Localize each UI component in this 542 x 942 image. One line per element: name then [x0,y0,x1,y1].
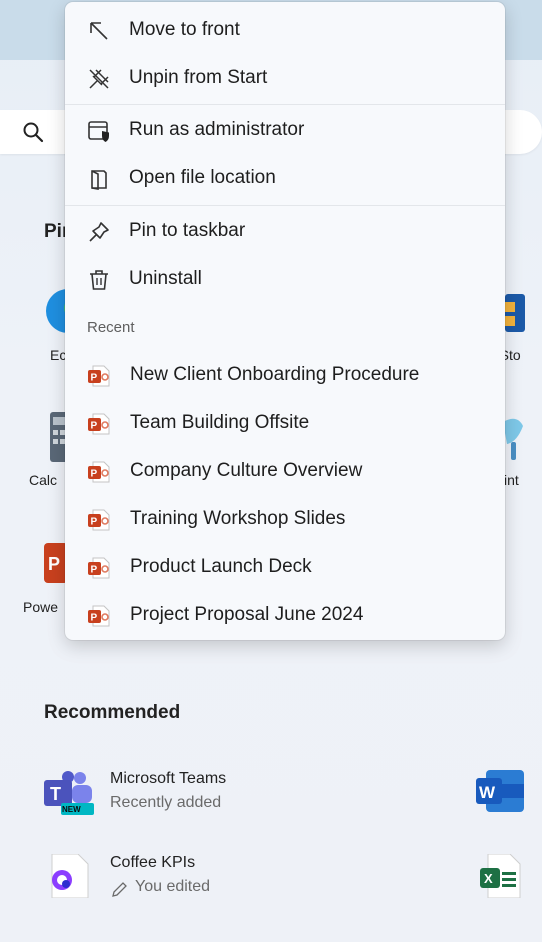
recent-file-name: Company Culture Overview [130,460,363,481]
move-to-front-icon [90,22,108,40]
menu-item-move-to-front[interactable]: Move to front [65,8,505,52]
menu-item-label: Open file location [129,167,276,188]
unpin-icon [89,69,109,89]
menu-separator [65,205,505,206]
recent-file-name: Product Launch Deck [130,556,312,577]
excel-icon[interactable]: X [480,854,522,898]
svg-text:X: X [484,871,493,886]
svg-text:P: P [91,565,98,576]
svg-text:P: P [91,421,98,432]
svg-text:T: T [50,784,61,804]
recent-file-name: Team Building Offsite [130,412,310,433]
menu-item-uninstall[interactable]: Uninstall [65,257,505,301]
menu-item-label: Move to front [129,19,240,40]
menu-item-label: Uninstall [129,268,202,289]
recent-file-item[interactable]: P Training Workshop Slides [65,497,505,541]
recent-file-item[interactable]: P Company Culture Overview [65,449,505,493]
recommended-title: Coffee KPIs [110,854,196,871]
paint-icon [503,418,523,460]
recommended-subtitle: You edited [135,878,211,895]
svg-text:W: W [479,783,496,802]
powerpoint-file-icon: P [88,365,110,387]
svg-text:P: P [91,373,98,384]
recent-file-item[interactable]: P Product Launch Deck [65,545,505,589]
pin-icon [89,222,109,242]
recent-file-name: New Client Onboarding Procedure [130,364,420,385]
recommended-subtitle: Recently added [110,794,222,811]
menu-item-run-as-administrator[interactable]: Run as administrator [65,108,505,152]
pencil-icon [112,882,127,897]
run-as-admin-icon [88,121,109,142]
context-menu: Move to front Unpin from Start Run as ad… [65,2,505,640]
recommended-item-coffee-kpis[interactable]: Coffee KPIs You edited [44,854,344,910]
recent-file-item[interactable]: P Team Building Offsite [65,401,505,445]
recommended-heading: Recommended [44,702,181,723]
powerpoint-file-icon: P [88,413,110,435]
svg-text:P: P [91,613,98,624]
svg-text:P: P [48,554,60,574]
svg-text:P: P [91,469,98,480]
powerpoint-file-icon: P [88,605,110,627]
new-badge: NEW [62,805,81,814]
menu-separator [65,104,505,105]
recent-file-item[interactable]: P New Client Onboarding Procedure [65,353,505,397]
recommended-title: Microsoft Teams [110,770,227,787]
recent-file-item[interactable]: P Project Proposal June 2024 [65,593,505,637]
svg-text:P: P [91,517,98,528]
pinned-app-label: int [504,472,519,488]
menu-item-pin-to-taskbar[interactable]: Pin to taskbar [65,209,505,253]
menu-item-label: Pin to taskbar [129,220,246,241]
pinned-app-label: Calc [29,472,58,488]
powerpoint-file-icon: P [88,461,110,483]
menu-item-open-file-location[interactable]: Open file location [65,156,505,200]
store-icon [505,294,525,332]
recommended-item-teams[interactable]: T NEW Microsoft Teams Recently added [44,770,344,826]
trash-icon [90,270,108,290]
powerpoint-file-icon: P [88,509,110,531]
open-folder-icon [91,170,107,190]
loop-icon [51,854,89,898]
recent-file-name: Project Proposal June 2024 [130,604,364,625]
menu-item-label: Unpin from Start [129,67,268,88]
powerpoint-file-icon: P [88,557,110,579]
recent-section-label: Recent [87,319,135,336]
pinned-app-label: Powe [23,599,59,615]
pinned-app-label: Ec [50,347,67,363]
word-icon[interactable]: W [476,770,524,812]
menu-item-label: Run as administrator [129,119,305,140]
menu-item-unpin-from-start[interactable]: Unpin from Start [65,56,505,100]
recent-file-name: Training Workshop Slides [130,508,346,529]
search-icon [23,122,44,143]
